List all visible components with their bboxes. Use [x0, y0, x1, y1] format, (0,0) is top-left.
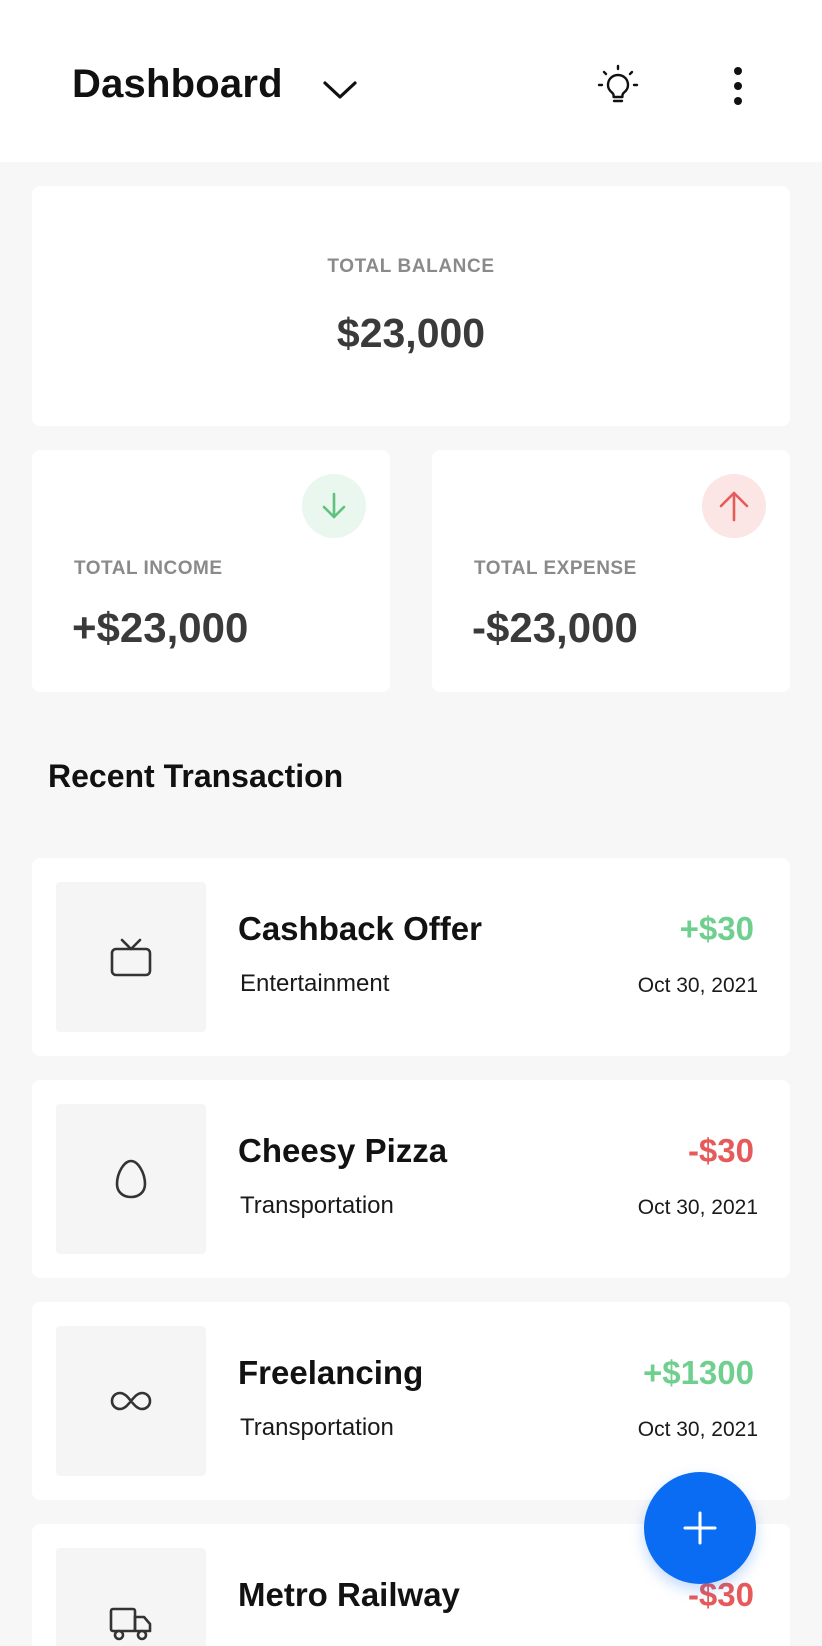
- total-balance-label: TOTAL BALANCE: [327, 256, 495, 277]
- expense-badge: [702, 474, 766, 538]
- transaction-name: Freelancing: [238, 1354, 424, 1391]
- total-expense-value: -$23,000: [472, 604, 638, 651]
- arrow-down-icon: [322, 492, 346, 519]
- transaction-category: Entertainment: [240, 970, 390, 997]
- infinity-icon: [110, 1391, 152, 1411]
- transaction-name: Cashback Offer: [238, 910, 482, 947]
- theme-toggle-button[interactable]: [594, 62, 642, 110]
- dashboard-switcher-button[interactable]: [318, 68, 362, 112]
- total-balance-card: [32, 186, 790, 426]
- total-income-label: TOTAL INCOME: [74, 558, 223, 579]
- kebab-menu-icon: [734, 67, 742, 105]
- transaction-thumbnail: [56, 1104, 206, 1254]
- transaction-name: Metro Railway: [238, 1576, 460, 1613]
- transaction-amount: +$30: [679, 910, 754, 947]
- income-badge: [302, 474, 366, 538]
- transaction-amount: -$30: [687, 1132, 754, 1169]
- transaction-date: Oct 30, 2021: [637, 974, 758, 997]
- arrow-up-icon: [719, 491, 749, 522]
- transaction-item[interactable]: Cashback Offer Entertainment +$30 Oct 30…: [32, 858, 790, 1056]
- add-transaction-button[interactable]: [644, 1472, 756, 1584]
- page-title: Dashboard: [72, 62, 283, 106]
- plus-icon: [683, 1511, 717, 1545]
- app-screen: Dashboard TOTAL BALANCE $23,000 TOTAL IN…: [0, 0, 822, 1646]
- transaction-thumbnail: [56, 1326, 206, 1476]
- transaction-category: Transportation: [240, 1192, 394, 1219]
- transaction-item[interactable]: Cheesy Pizza Transportation -$30 Oct 30,…: [32, 1080, 790, 1278]
- egg-icon: [115, 1159, 147, 1199]
- transaction-thumbnail: [56, 882, 206, 1032]
- transaction-item[interactable]: Freelancing Transportation +$1300 Oct 30…: [32, 1302, 790, 1500]
- tv-icon: [110, 938, 152, 977]
- recent-transactions-heading: Recent Transaction: [48, 758, 344, 794]
- transaction-name: Cheesy Pizza: [238, 1132, 448, 1169]
- transaction-thumbnail: [56, 1548, 206, 1646]
- more-options-button[interactable]: [714, 62, 762, 110]
- total-income-value: +$23,000: [72, 604, 249, 651]
- transaction-date: Oct 30, 2021: [637, 1418, 758, 1441]
- transaction-date: Oct 30, 2021: [637, 1196, 758, 1219]
- transaction-category: Transportation: [240, 1414, 394, 1441]
- lightbulb-icon: [597, 64, 639, 103]
- total-balance-value: $23,000: [336, 310, 486, 356]
- chevron-down-icon: [323, 81, 357, 99]
- app-header: Dashboard: [0, 0, 822, 162]
- truck-icon: [109, 1607, 152, 1641]
- total-expense-label: TOTAL EXPENSE: [474, 558, 637, 579]
- transaction-amount: +$1300: [642, 1354, 754, 1391]
